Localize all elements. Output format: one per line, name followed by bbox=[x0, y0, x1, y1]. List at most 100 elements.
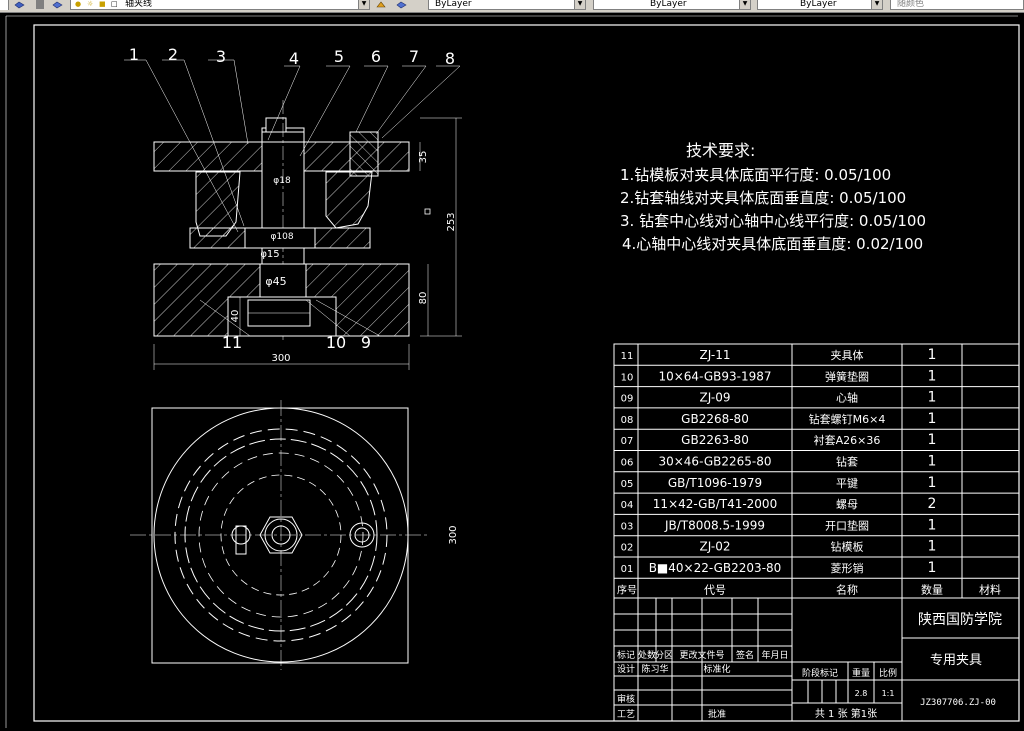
scale-value: 1:1 bbox=[882, 689, 895, 698]
chevron-down-icon[interactable]: ▼ bbox=[358, 0, 369, 9]
bom-row-name: 开口垫圈 bbox=[825, 518, 869, 532]
bom-header-material: 材料 bbox=[979, 582, 1001, 596]
dim-45: φ45 bbox=[265, 275, 286, 288]
bom-row-name: 夹具体 bbox=[831, 348, 864, 362]
bom-row-no: 07 bbox=[621, 436, 634, 447]
label-date: 年月日 bbox=[761, 649, 788, 661]
drawing-frame bbox=[33, 24, 1020, 722]
bom-row-qty: 1 bbox=[928, 411, 937, 427]
dim-plan: 300 bbox=[448, 525, 459, 544]
bom-row-name: 衬套A26×36 bbox=[814, 434, 881, 447]
label-zone: 分区 bbox=[655, 650, 673, 661]
balloon-1: 1 bbox=[129, 45, 139, 64]
bom-row-code: ZJ-02 bbox=[700, 540, 731, 554]
plan-view bbox=[130, 400, 430, 670]
bom-row-code: GB/T1096-1979 bbox=[668, 476, 762, 490]
bom-row-qty: 1 bbox=[928, 368, 937, 384]
label-process: 工艺 bbox=[617, 709, 635, 720]
bom-row-no: 06 bbox=[621, 458, 634, 469]
tech-item-1: 1.钻模板对夹具体底面平行度: 0.05/100 bbox=[620, 166, 891, 184]
dim-pocket: 40 bbox=[230, 310, 241, 323]
bom-row-no: 11 bbox=[621, 351, 634, 362]
linetype-dropdown[interactable]: ByLayer ▼ bbox=[593, 0, 751, 10]
bom-row-name: 菱形销 bbox=[831, 561, 864, 575]
layer-manager-icon[interactable] bbox=[14, 0, 25, 9]
balloon-8: 8 bbox=[445, 49, 455, 68]
title-block-texts: 陕西国防学院 专用夹具 JZ307706.ZJ-00 标记 处数 分区 更改文件… bbox=[617, 612, 1002, 720]
label-review: 审核 bbox=[617, 693, 635, 705]
bom-row-code: GB2268-80 bbox=[681, 412, 749, 426]
balloon-9: 9 bbox=[361, 333, 371, 352]
label-standard: 标准化 bbox=[703, 663, 730, 675]
lineweight-dropdown[interactable]: ByLayer ▼ bbox=[757, 0, 883, 10]
bom-row-name: 钻套 bbox=[836, 455, 858, 469]
dim-width: 300 bbox=[271, 353, 290, 364]
plotstyle-dropdown[interactable]: 随颜色 bbox=[890, 0, 1024, 10]
bom-row-code: GB2263-80 bbox=[681, 433, 749, 447]
tech-item-2: 2.钻套轴线对夹具体底面垂直度: 0.05/100 bbox=[620, 189, 906, 207]
label-count: 处数 bbox=[638, 649, 656, 661]
layer-states-icon[interactable] bbox=[52, 0, 63, 9]
balloon-3: 3 bbox=[216, 47, 226, 66]
bom-row-name: 钻模板 bbox=[831, 540, 864, 554]
label-sign: 签名 bbox=[736, 649, 754, 661]
bom-row-qty: 1 bbox=[928, 390, 937, 406]
drawing-name: 专用夹具 bbox=[930, 653, 982, 668]
make-current-icon[interactable] bbox=[376, 0, 387, 9]
designer-name: 陈习华 bbox=[641, 663, 668, 675]
tech-item-3: 3. 钻套中心线对心轴中心线平行度: 0.05/100 bbox=[620, 212, 926, 230]
toolbar-separator bbox=[36, 0, 44, 9]
layer-name: 轴夹线 bbox=[125, 0, 153, 9]
bom-row-qty: 1 bbox=[928, 560, 937, 576]
color-swatch-icon: □ bbox=[111, 0, 118, 8]
school-name: 陕西国防学院 bbox=[918, 612, 1002, 628]
chevron-down-icon[interactable]: ▼ bbox=[574, 0, 585, 9]
bom-row-code: JB/T8008.5-1999 bbox=[664, 518, 765, 532]
label-approve: 批准 bbox=[708, 708, 726, 720]
bom-row-code: ZJ-11 bbox=[700, 348, 731, 362]
bom-row-code: 11×42-GB/T41-2000 bbox=[653, 497, 777, 511]
dim-base: 80 bbox=[418, 292, 429, 305]
tech-item-4: 4.心轴中心线对夹具体底面垂直度: 0.02/100 bbox=[622, 235, 923, 253]
linetype-value: ByLayer bbox=[650, 0, 687, 9]
bom-row-name: 平键 bbox=[836, 476, 858, 490]
lock-icon: ■ bbox=[99, 0, 106, 8]
bom-row-no: 02 bbox=[621, 543, 634, 554]
drawing-number: JZ307706.ZJ-00 bbox=[920, 698, 996, 708]
bom-row-no: 08 bbox=[621, 415, 634, 426]
balloon-10: 10 bbox=[326, 333, 346, 352]
dim-height: 253 bbox=[446, 212, 457, 231]
bom-row-qty: 2 bbox=[928, 496, 937, 512]
bom-row-qty: 1 bbox=[928, 475, 937, 491]
weight-value: 2.8 bbox=[855, 689, 868, 698]
color-dropdown[interactable]: ByLayer ▼ bbox=[428, 0, 586, 10]
label-design: 设计 bbox=[617, 663, 635, 675]
chevron-down-icon[interactable]: ▼ bbox=[739, 0, 750, 9]
layer-previous-icon[interactable] bbox=[396, 0, 407, 9]
bom-header-code: 代号 bbox=[704, 583, 726, 596]
body-right-wall bbox=[325, 171, 373, 229]
bom-header-no: 序号 bbox=[617, 583, 637, 596]
bom-row-qty: 1 bbox=[928, 454, 937, 470]
bom-row-code: B■40×22-GB2203-80 bbox=[649, 561, 782, 575]
bom-row-no: 03 bbox=[621, 521, 634, 532]
sheet-count: 共 1 张 第1张 bbox=[815, 707, 877, 720]
bom-row-name: 弹簧垫圈 bbox=[825, 369, 869, 383]
lineweight-value: ByLayer bbox=[800, 0, 837, 9]
dim-15: φ15 bbox=[260, 249, 279, 260]
color-value: ByLayer bbox=[435, 0, 472, 9]
bom-header-qty: 数量 bbox=[921, 583, 943, 596]
drawing-canvas[interactable]: 1 2 3 4 5 6 7 8 9 10 11 300 253 35 80 40… bbox=[0, 12, 1024, 731]
label-change-doc: 更改文件号 bbox=[679, 649, 724, 661]
bom-row-code: 30×46-GB2265-80 bbox=[658, 455, 771, 469]
dim-plate: 35 bbox=[418, 151, 429, 164]
balloon-6: 6 bbox=[371, 47, 381, 66]
bom-row-qty: 1 bbox=[928, 347, 937, 363]
layer-dropdown[interactable]: ● ☼ ■ □ 轴夹线 ▼ bbox=[70, 0, 370, 10]
cursor-pickbox bbox=[424, 208, 431, 215]
dim-18: φ18 bbox=[273, 176, 291, 186]
balloon-7: 7 bbox=[409, 47, 419, 66]
chevron-down-icon[interactable]: ▼ bbox=[871, 0, 882, 9]
balloon-5: 5 bbox=[334, 47, 344, 66]
drill-bushing bbox=[349, 131, 379, 177]
